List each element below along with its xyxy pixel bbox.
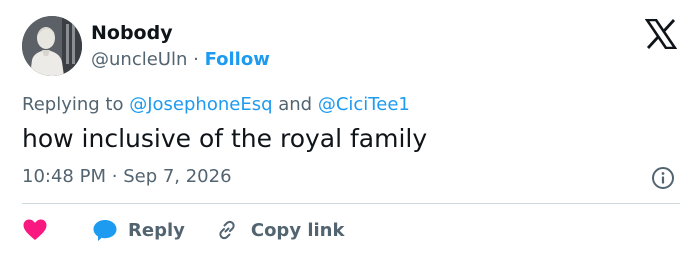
- x-logo-icon[interactable]: [645, 19, 677, 49]
- statue-avatar-image: [22, 16, 82, 76]
- heart-icon: [23, 219, 47, 240]
- author-name[interactable]: Nobody: [91, 22, 173, 44]
- tweet-timestamp[interactable]: 10:48 PM · Sep 7, 2026: [22, 166, 232, 187]
- timestamp-separator: ·: [111, 166, 118, 187]
- copy-link-label: Copy link: [250, 219, 345, 241]
- copy-link-button[interactable]: Copy link: [215, 218, 345, 242]
- mention-link[interactable]: @JosephoneEsq: [129, 94, 272, 115]
- handle-separator: ·: [193, 49, 199, 70]
- replying-conjunction: and: [278, 94, 313, 115]
- follow-button[interactable]: Follow: [205, 49, 270, 70]
- reply-label: Reply: [128, 219, 185, 241]
- avatar[interactable]: [22, 16, 82, 76]
- reply-button[interactable]: Reply: [92, 218, 185, 242]
- author-handle-row: @uncleUln · Follow: [91, 49, 270, 70]
- like-button[interactable]: [22, 218, 92, 242]
- author-handle[interactable]: @uncleUln: [91, 49, 187, 70]
- replying-prefix: Replying to: [22, 94, 124, 115]
- mention-link[interactable]: @CiciTee1: [318, 94, 410, 115]
- tweet-actions: Reply Copy link: [22, 215, 344, 245]
- tweet-text: how inclusive of the royal family: [22, 124, 428, 153]
- link-icon: [219, 220, 235, 240]
- info-icon[interactable]: [651, 166, 675, 190]
- tweet-date: Sep 7, 2026: [123, 166, 232, 187]
- tweet-time: 10:48 PM: [22, 166, 106, 187]
- divider: [22, 203, 680, 204]
- reply-bubble-icon: [93, 220, 117, 241]
- replying-to: Replying to @JosephoneEsq and @CiciTee1: [22, 94, 410, 115]
